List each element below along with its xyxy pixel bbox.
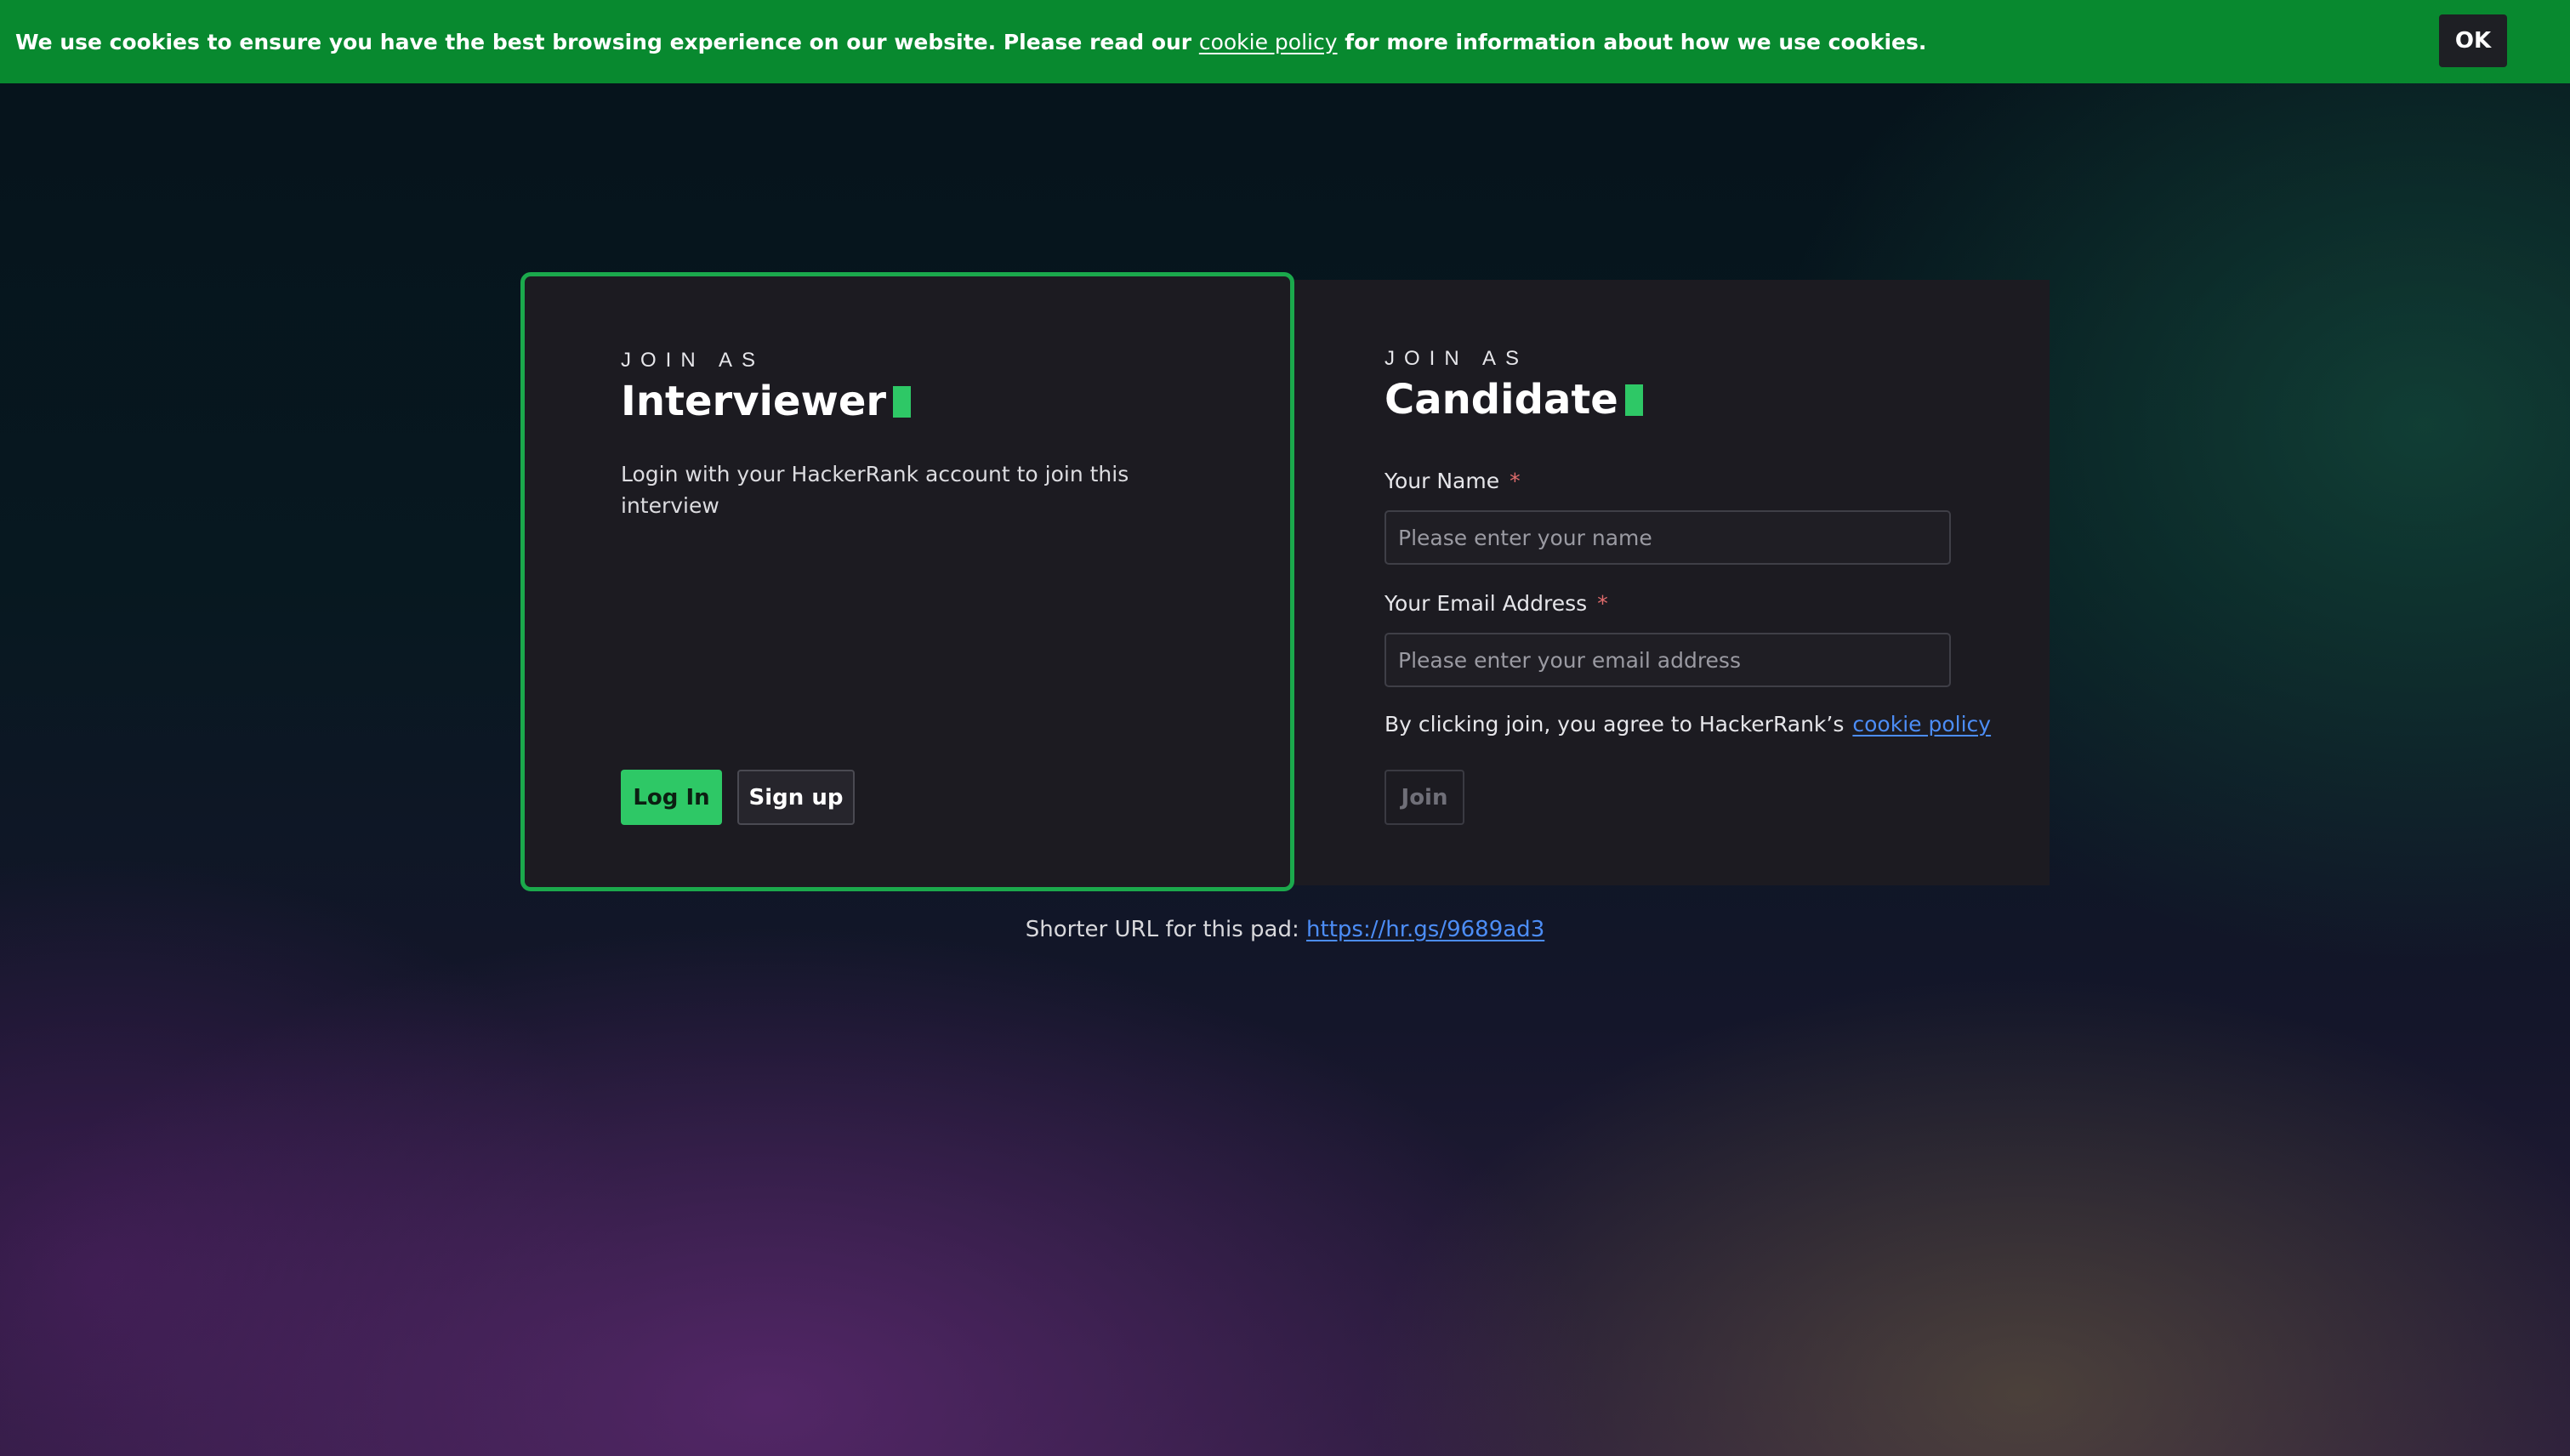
- email-input[interactable]: [1385, 633, 1951, 687]
- candidate-panel: JOIN AS Candidate Your Name * Your Email …: [1294, 280, 2050, 885]
- candidate-eyebrow: JOIN AS: [1385, 347, 1529, 370]
- short-url-link[interactable]: https://hr.gs/9689ad3: [1306, 917, 1544, 942]
- candidate-title-text: Candidate: [1385, 376, 1618, 424]
- cookie-text-before: We use cookies to ensure you have the be…: [15, 29, 1199, 54]
- interviewer-title-text: Interviewer: [621, 378, 887, 425]
- name-label-text: Your Name: [1385, 469, 1500, 493]
- agreement-text: By clicking join, you agree to HackerRan…: [1385, 712, 1991, 737]
- cursor-block-icon: [893, 385, 912, 418]
- signup-button[interactable]: Sign up: [737, 770, 855, 825]
- short-url-line: Shorter URL for this pad: https://hr.gs/…: [0, 917, 2570, 942]
- candidate-title: Candidate: [1385, 376, 1643, 424]
- agreement-text-body: By clicking join, you agree to HackerRan…: [1385, 712, 1845, 737]
- email-label-text: Your Email Address: [1385, 591, 1588, 616]
- required-asterisk: *: [1597, 591, 1608, 616]
- cookie-text-after: for more information about how we use co…: [1337, 29, 1927, 54]
- interviewer-eyebrow: JOIN AS: [621, 349, 765, 372]
- interviewer-panel[interactable]: JOIN AS Interviewer Login with your Hack…: [520, 272, 1294, 891]
- cursor-block-icon: [1624, 384, 1643, 416]
- short-url-label: Shorter URL for this pad:: [1025, 917, 1299, 942]
- required-asterisk: *: [1510, 469, 1521, 493]
- email-field-label: Your Email Address *: [1385, 591, 1608, 616]
- cookie-banner-text: We use cookies to ensure you have the be…: [15, 30, 1926, 54]
- interviewer-description: Login with your HackerRank account to jo…: [621, 462, 1129, 518]
- login-button[interactable]: Log In: [621, 770, 722, 825]
- name-input[interactable]: [1385, 510, 1951, 565]
- agreement-cookie-policy-link[interactable]: cookie policy: [1852, 712, 1991, 737]
- cookie-banner: We use cookies to ensure you have the be…: [0, 0, 2570, 83]
- cookie-policy-link[interactable]: cookie policy: [1199, 30, 1338, 54]
- join-button[interactable]: Join: [1385, 770, 1464, 825]
- interviewer-title: Interviewer: [621, 378, 912, 425]
- cookie-ok-button[interactable]: OK: [2439, 14, 2507, 67]
- name-field-label: Your Name *: [1385, 469, 1521, 493]
